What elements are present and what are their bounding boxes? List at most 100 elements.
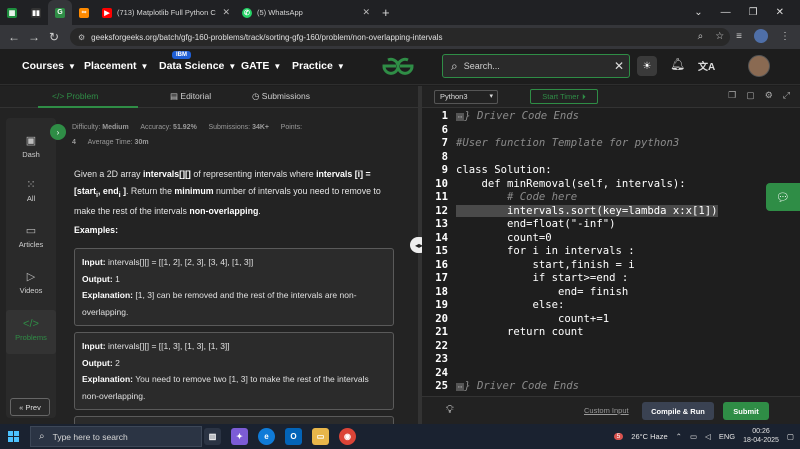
example-box: Input: intervals[][] = [[1, 2], [2, 3], … [74,248,394,326]
browser-tab-gfg[interactable]: G [48,0,72,25]
user-avatar[interactable] [748,55,770,77]
submit-button[interactable]: Submit [723,402,769,420]
copy-icon[interactable]: ❐ [728,90,736,101]
reading-list-icon[interactable]: ≡ [736,31,742,42]
line-number: 10 [435,177,448,190]
file-explorer-icon[interactable]: ▭ [312,428,329,445]
task-view-icon[interactable]: ▥ [204,428,221,445]
translate-icon[interactable]: 文A [698,58,715,73]
taskbar-search-input[interactable]: ⌕ Type here to search [30,426,202,447]
fullscreen-icon[interactable]: ⤢ [783,90,790,101]
browser-tab-whatsapp[interactable]: ✆ (5) WhatsApp ✕ [236,0,376,25]
dashboard-icon: ▣ [25,135,37,147]
address-bar[interactable]: ⚙ geeksforgeeks.org/batch/gfg-160-proble… [70,28,730,46]
sidebar-item-problems[interactable]: </> Problems [6,310,56,354]
close-icon[interactable]: ✕ [222,7,230,18]
sidebar-item-label: Dash [22,150,40,159]
clock[interactable]: 00:26 18-04-2025 [743,427,779,445]
accuracy-value: 51.92% [173,124,197,131]
search-icon: ⌕ [451,58,458,73]
browser-tab-media[interactable]: ▮▮ [24,0,48,25]
gfg-logo[interactable] [378,55,418,77]
copilot-icon[interactable]: ✦ [231,428,248,445]
back-icon[interactable]: ← [4,30,24,44]
browser-tab-sheets[interactable]: ▦ [0,0,24,25]
browser-tab-youtube[interactable]: ▶ (713) Matplotlib Full Python Co ✕ [96,0,236,25]
browser-tab-other[interactable]: ∞ [72,0,96,25]
reload-icon[interactable]: ↻ [44,30,64,44]
nav-practice[interactable]: Practice ▼ [292,60,345,72]
weather-text[interactable]: 26°C Haze [631,432,667,441]
compile-run-button[interactable]: Compile & Run [642,402,714,420]
sidebar-item-videos[interactable]: ▷ Videos [6,270,56,295]
tab-search-icon[interactable]: ⌄ [694,7,702,18]
prev-button[interactable]: « Prev [10,398,50,416]
bell-icon[interactable]: 🔔︎ [670,57,685,71]
lightbulb-icon[interactable]: 💡︎ [446,404,454,417]
line-number: 25 [435,380,448,392]
restore-icon[interactable]: ❐ [749,7,758,18]
media-icon: ▮▮ [31,7,41,18]
settings-icon[interactable]: ⚙ [765,90,773,101]
clock-time: 00:26 [752,428,770,435]
outlook-icon[interactable]: O [285,428,302,445]
code-text: count=0 [456,231,552,244]
edge-icon[interactable]: e [258,428,275,445]
speaker-icon[interactable]: ◁ [705,432,711,441]
nav-courses[interactable]: Courses ▼ [22,60,76,72]
search-input[interactable]: ⌕ Search... ✕ [442,54,630,78]
sidebar-item-dash[interactable]: ▣ Dash [6,134,56,159]
editor-footer: 💡︎ Custom Input Compile & Run Submit [422,396,800,424]
language-select[interactable]: Python3 ▾ [434,90,498,104]
line-number: 8 [441,150,448,163]
chevron-up-icon[interactable]: ⌃ [676,432,682,441]
bookmark-star-icon[interactable]: ☆ [715,31,724,42]
language-indicator[interactable]: ENG [719,432,735,441]
expand-sidebar-icon[interactable]: › [50,124,66,140]
nav-label: Data Science [159,60,225,72]
fold-marker-icon[interactable]: ⋯ [456,113,465,121]
menu-dots-icon[interactable]: ⋮ [780,31,790,42]
chat-icon[interactable]: 💬︎ [766,183,800,211]
zoom-icon[interactable]: ⌕ [698,31,704,42]
desc-bold: minimum [174,186,214,196]
code-editor-panel: Python3 ▾ Start Timer ⏵ ❐ ▢ ⚙ ⤢ 1 ⋯} Driver… [422,86,800,424]
nav-gate[interactable]: GATE ▼ [241,60,281,72]
site-info-icon[interactable]: ⚙ [78,33,85,42]
minimize-icon[interactable]: — [721,7,731,18]
line-number: 15 [435,245,448,257]
custom-input-link[interactable]: Custom Input [584,406,629,415]
reset-icon[interactable]: ▢ [746,90,755,101]
windows-start-icon[interactable] [8,431,19,442]
tab-editorial[interactable]: ▤ Editorial [170,91,211,102]
notifications-icon[interactable]: ▢ [787,432,794,441]
nav-data-science[interactable]: Data Science ▼ [159,60,236,72]
desc-bold: , end [98,186,119,196]
code-text: for i in intervals : [456,245,635,257]
examples-heading: Examples: [74,225,119,235]
line-number: 22 [435,339,448,352]
start-timer-button[interactable]: Start Timer ⏵ [530,89,598,104]
sidebar-item-articles[interactable]: ▭ Articles [6,224,56,249]
theme-toggle-icon[interactable]: ☀ [637,56,657,76]
close-window-icon[interactable]: ✕ [776,7,784,18]
fold-marker-icon[interactable]: ⋯ [456,383,465,391]
example-output-label: Output: [82,357,113,368]
code-area[interactable]: 1 ⋯} Driver Code Ends 6 7 #User function T… [422,108,800,398]
line-number: 24 [435,366,448,379]
new-tab-button[interactable]: + [376,0,396,25]
browser-tab-title: (5) WhatsApp [256,8,303,17]
chrome-icon[interactable]: ◉ [339,428,356,445]
left-sidebar: ▣ Dash ⁙ All ▭ Articles ▷ Videos </> Problems [6,118,56,418]
network-icon[interactable]: ▭ [690,432,697,441]
forward-icon[interactable]: → [24,30,44,44]
clear-search-icon[interactable]: ✕ [609,59,629,73]
nav-placement[interactable]: Placement ▼ [84,60,148,72]
tab-problem[interactable]: </> Problem [52,91,98,101]
sidebar-item-all[interactable]: ⁙ All [6,178,56,203]
code-text: } Driver Code Ends [464,380,580,392]
close-icon[interactable]: ✕ [362,7,370,18]
chevron-down-icon: ▼ [336,62,345,71]
profile-avatar-icon[interactable] [754,29,768,43]
tab-submissions[interactable]: ◷ Submissions [252,91,310,102]
